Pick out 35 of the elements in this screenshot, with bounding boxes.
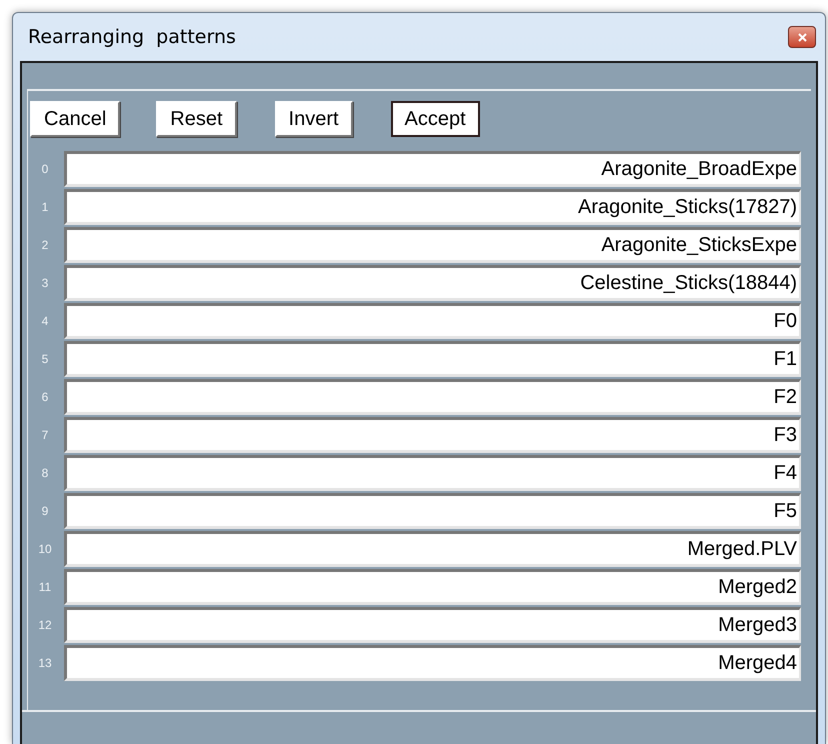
row-number: 1: [40, 200, 50, 214]
row-number: 11: [38, 580, 52, 594]
pattern-field[interactable]: Merged4: [64, 645, 801, 681]
close-button[interactable]: [788, 26, 816, 48]
dialog-button[interactable]: Cancel: [30, 101, 120, 137]
pattern-field[interactable]: F4: [64, 455, 801, 491]
row-number: 9: [40, 504, 50, 518]
row-number: 7: [40, 428, 50, 442]
pattern-field[interactable]: F1: [64, 341, 801, 377]
pattern-field[interactable]: Celestine_Sticks(18844): [64, 265, 801, 301]
pattern-field[interactable]: F2: [64, 379, 801, 415]
pattern-field[interactable]: Merged3: [64, 607, 801, 643]
dialog-button[interactable]: Accept: [390, 101, 480, 137]
pattern-field[interactable]: F3: [64, 417, 801, 453]
dialog-button[interactable]: Invert: [274, 101, 353, 137]
row-number: 13: [37, 656, 53, 670]
row-number: 4: [40, 314, 50, 328]
pattern-field[interactable]: Aragonite_SticksExpe: [64, 227, 801, 263]
pattern-field[interactable]: Aragonite_BroadExpe: [64, 151, 801, 187]
row-number: 12: [37, 618, 53, 632]
window-title: Rearranging patterns: [28, 26, 236, 48]
row-number: 6: [40, 390, 50, 404]
row-number: 3: [40, 276, 50, 290]
pattern-field[interactable]: Merged2: [64, 569, 801, 605]
row-number: 2: [40, 238, 50, 252]
dialog-button[interactable]: Reset: [156, 101, 237, 137]
row-number: 10: [37, 542, 53, 556]
pattern-field[interactable]: Merged.PLV: [64, 531, 801, 567]
row-number: 5: [40, 352, 50, 366]
row-number: 0: [40, 162, 50, 176]
pattern-field[interactable]: Aragonite_Sticks(17827): [64, 189, 801, 225]
pattern-field[interactable]: F5: [64, 493, 801, 529]
row-number: 8: [40, 466, 50, 480]
pattern-field[interactable]: F0: [64, 303, 801, 339]
close-icon: [798, 32, 806, 42]
